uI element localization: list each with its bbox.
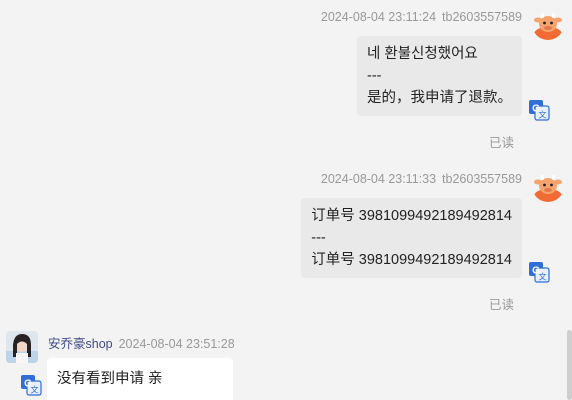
- message-line: 没有看到申请 亲: [57, 371, 163, 387]
- message-meta: 安乔豪shop 2024-08-04 23:51:28: [48, 333, 235, 352]
- message-line: 订单号 3981099492189492814: [311, 208, 512, 224]
- message-bubble[interactable]: 没有看到申请 亲: [47, 358, 233, 400]
- message-line: 是的，我申请了退款。: [367, 90, 512, 106]
- message-bubble[interactable]: 네 환불신청했어요 --- 是的，我申请了退款。: [357, 36, 522, 116]
- message-line: 订单号 3981099492189492814: [311, 252, 512, 268]
- cow-avatar-icon: [532, 8, 564, 40]
- read-status: 已读: [488, 136, 514, 150]
- message-meta: 2024-08-04 23:11:33 tb2603557589: [321, 172, 522, 186]
- message-meta: 2024-08-04 23:11:24 tb2603557589: [321, 10, 522, 24]
- shop-avatar-image: [6, 331, 38, 363]
- message-timestamp: 2024-08-04 23:11:33: [320, 172, 437, 186]
- svg-text:文: 文: [31, 385, 39, 395]
- message-timestamp: 2024-08-04 23:51:28: [118, 337, 235, 351]
- message-line: 네 환불신청했어요: [367, 46, 478, 62]
- translate-icon[interactable]: G 文: [20, 374, 42, 396]
- scrollbar[interactable]: [567, 330, 572, 400]
- message-bubble[interactable]: 订单号 3981099492189492814 --- 订单号 39810994…: [301, 198, 522, 278]
- shop-name[interactable]: 安乔豪shop: [48, 337, 113, 351]
- translate-icon[interactable]: G 文: [528, 261, 550, 283]
- message-sender: tb2603557589: [442, 10, 522, 24]
- message-line: ---: [367, 68, 382, 84]
- message-line: ---: [311, 230, 326, 246]
- user-avatar[interactable]: [532, 170, 564, 202]
- message-sender: tb2603557589: [442, 172, 522, 186]
- cow-avatar-icon: [532, 170, 564, 202]
- user-avatar[interactable]: [532, 8, 564, 40]
- message-timestamp: 2024-08-04 23:11:24: [320, 10, 437, 24]
- svg-text:文: 文: [539, 110, 547, 120]
- read-status: 已读: [488, 298, 514, 312]
- shop-avatar[interactable]: [6, 331, 38, 363]
- translate-icon[interactable]: G 文: [528, 99, 550, 121]
- svg-text:文: 文: [539, 272, 547, 282]
